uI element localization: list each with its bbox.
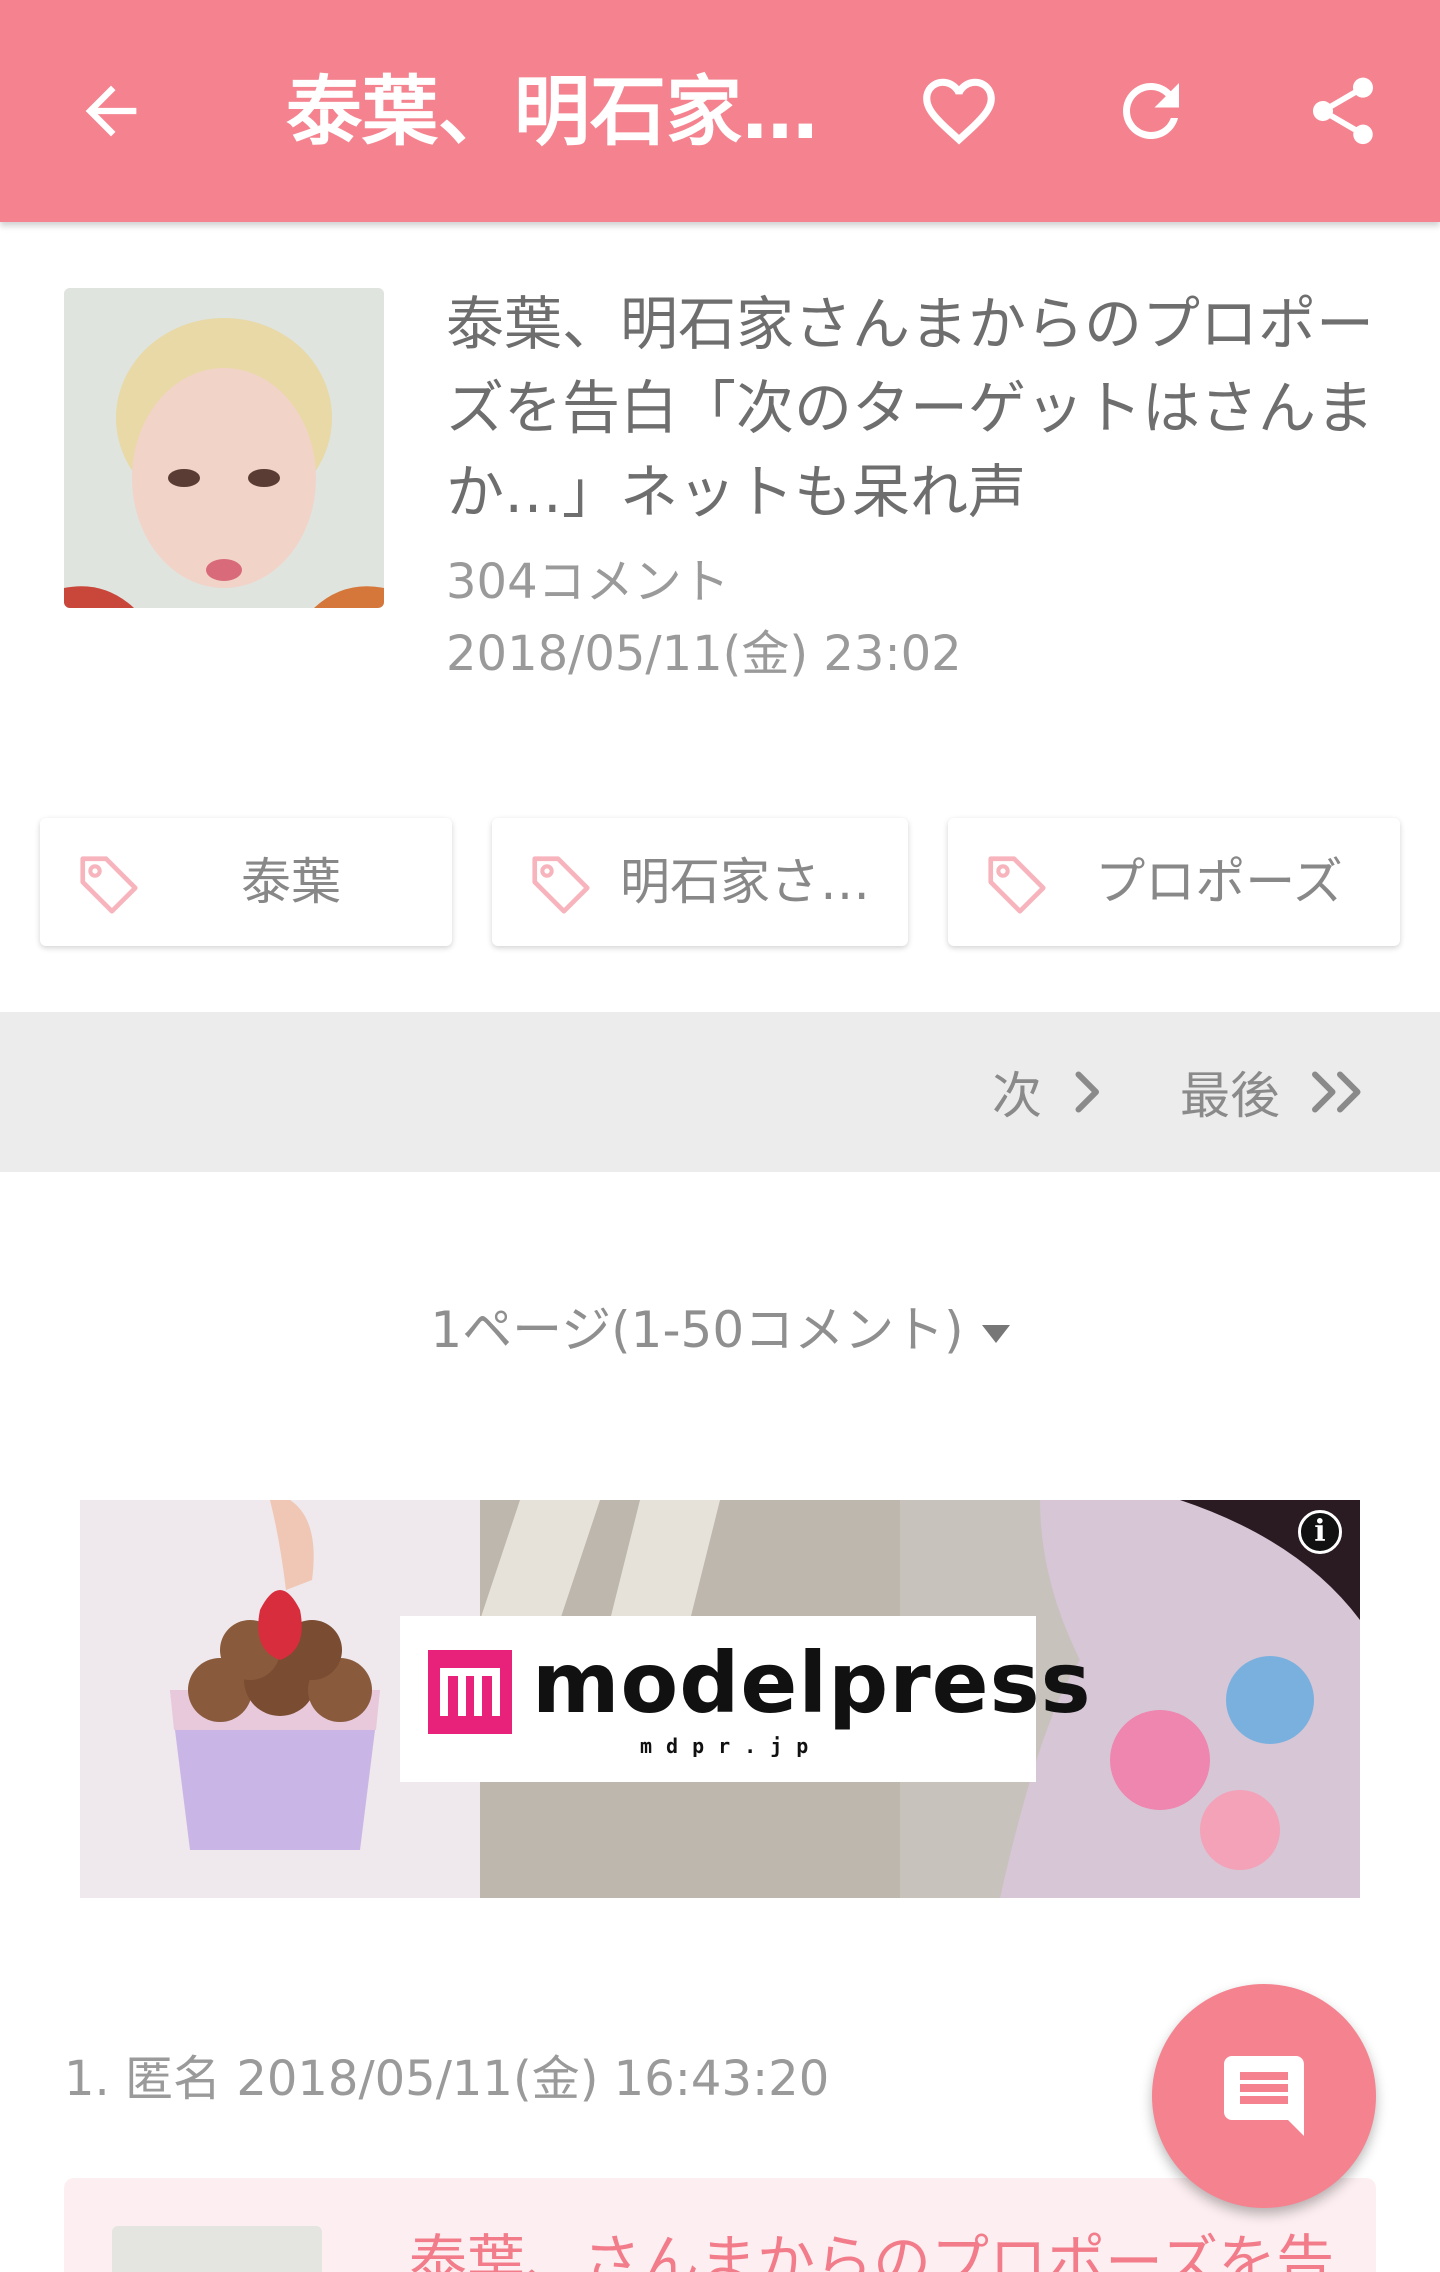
ad-brand-sub: mdpr.jp bbox=[640, 1734, 823, 1758]
double-chevron-right-icon bbox=[1312, 1071, 1361, 1113]
modelpress-logo-icon bbox=[428, 1650, 512, 1734]
article-thumbnail[interactable] bbox=[64, 288, 384, 608]
back-button[interactable] bbox=[56, 56, 166, 166]
next-label: 次 bbox=[992, 1067, 1042, 1125]
last-page-link[interactable]: 最後 bbox=[1180, 1012, 1380, 1172]
pagination-bar: 次 最後 bbox=[0, 1012, 1440, 1172]
favorite-button[interactable] bbox=[904, 56, 1014, 166]
quoted-article-thumbnail bbox=[112, 2226, 322, 2272]
page-title: 泰葉、明石家… bbox=[286, 67, 818, 156]
ad-logo-box: modelpress mdpr.jp bbox=[400, 1616, 1091, 1782]
article-title: 泰葉、明石家さんまからのプロポーズを告白「次のターゲットはさんまか…」ネットも呆… bbox=[446, 290, 1375, 526]
page-selector[interactable]: 1ページ(1-50コメント) bbox=[0, 1290, 1440, 1370]
advertisement-banner[interactable]: modelpress mdpr.jp i bbox=[80, 1500, 1360, 1898]
caret-down-icon bbox=[981, 1324, 1010, 1343]
page-selector-label: 1ページ(1-50コメント) bbox=[430, 1301, 964, 1359]
article-date: 2018/05/11(金) 23:02 bbox=[446, 626, 962, 682]
tag-list: 泰葉 明石家さ… プロポーズ bbox=[0, 818, 1440, 948]
tag-label: 泰葉 bbox=[241, 853, 341, 911]
chevron-right-icon bbox=[1075, 1071, 1099, 1113]
ad-brand: modelpress bbox=[532, 1634, 1092, 1732]
comment-count: 304コメント bbox=[446, 554, 730, 610]
app-bar: 泰葉、明石家… bbox=[0, 0, 1440, 222]
tag-icon bbox=[532, 856, 590, 914]
tag-icon bbox=[80, 856, 138, 914]
comment-icon bbox=[1224, 2056, 1304, 2136]
article-header: 泰葉、明石家さんまからのプロポーズを告白「次のターゲットはさんまか…」ネットも呆… bbox=[0, 222, 1440, 762]
arrow-left-icon bbox=[85, 85, 137, 137]
share-button[interactable] bbox=[1288, 56, 1398, 166]
tag-label: 明石家さ… bbox=[620, 853, 870, 911]
person-photo bbox=[64, 288, 384, 608]
tag-chip[interactable]: 明石家さ… bbox=[492, 818, 908, 946]
refresh-button[interactable] bbox=[1096, 56, 1206, 166]
refresh-icon bbox=[1123, 83, 1179, 139]
comment-header: 1. 匿名 2018/05/11(金) 16:43:20 bbox=[64, 2051, 830, 2107]
heart-icon bbox=[923, 78, 995, 145]
tag-label: プロポーズ bbox=[1095, 853, 1343, 911]
last-label: 最後 bbox=[1180, 1067, 1280, 1125]
tag-chip[interactable]: 泰葉 bbox=[40, 818, 452, 946]
share-icon bbox=[1313, 77, 1373, 145]
comment-fab-button[interactable] bbox=[1152, 1984, 1376, 2208]
tag-icon bbox=[988, 856, 1046, 914]
quoted-article-card[interactable]: 泰葉、さんまからのプロポーズを告 bbox=[64, 2178, 1376, 2272]
tag-chip[interactable]: プロポーズ bbox=[948, 818, 1400, 946]
quoted-article-title: 泰葉、さんまからのプロポーズを告 bbox=[409, 2228, 1335, 2272]
ad-info-icon[interactable]: i bbox=[1298, 1510, 1342, 1554]
next-page-link[interactable]: 次 bbox=[992, 1012, 1116, 1172]
